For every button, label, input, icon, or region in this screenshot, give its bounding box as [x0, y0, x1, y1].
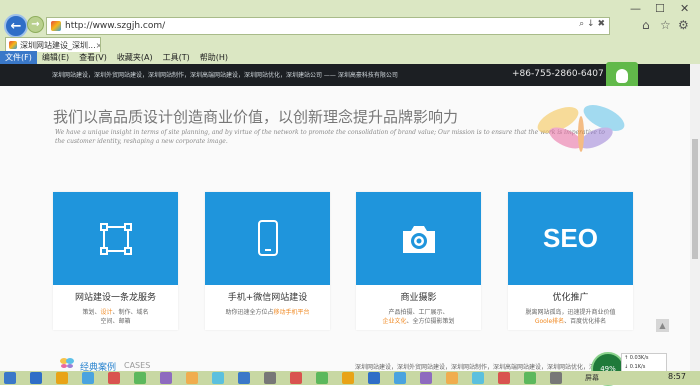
service-card-seo[interactable]: SEO 优化推广 脱离网站孤岛，迅速提升商业价值 Goole排名、百度优化排名 [508, 192, 633, 330]
menu-help[interactable]: 帮助(H) [195, 51, 233, 64]
service-title: 手机+微信网站建设 [227, 293, 308, 303]
service-desc: 产品拍摄、工厂展示、 企业文化、全方位摄影策划 [382, 309, 455, 325]
app-icon[interactable] [316, 372, 328, 384]
card-banner [53, 192, 178, 285]
menu-favorites[interactable]: 收藏夹(A) [112, 51, 158, 64]
service-title: 商业摄影 [400, 293, 437, 303]
folder-icon[interactable] [56, 372, 68, 384]
service-card-photography[interactable]: 商业摄影 产品拍摄、工厂展示、 企业文化、全方位摄影策划 [356, 192, 481, 330]
app-icon[interactable] [290, 372, 302, 384]
maximize-icon[interactable]: ☐ [655, 2, 665, 15]
favorites-star-icon[interactable]: ☆ [660, 18, 671, 32]
page-scrollbar[interactable] [690, 64, 700, 371]
service-desc: 脱离网站孤岛，迅速提升商业价值 Goole排名、百度优化排名 [525, 309, 616, 325]
tab-favicon-icon [9, 41, 17, 49]
mobile-phone-icon [257, 219, 278, 256]
home-icon[interactable]: ⌂ [642, 18, 650, 32]
app-icon[interactable] [82, 372, 94, 384]
app-icon[interactable] [212, 372, 224, 384]
menu-file[interactable]: 文件(F) [0, 51, 37, 64]
seo-text-icon: SEO [543, 223, 598, 253]
site-header: 深圳网站建设，深圳外贸网站建设，深圳网站制作，深圳高端网站建设，深圳网站优化，深… [0, 64, 690, 86]
tab-close-icon[interactable]: × [96, 41, 100, 50]
scrollbar-thumb[interactable] [692, 139, 698, 259]
cases-title-en: CASES [124, 361, 151, 370]
app-icon[interactable] [472, 372, 484, 384]
upload-speed: ↑ 0.03K/s [624, 355, 649, 361]
card-banner [205, 192, 330, 285]
header-nav-text[interactable]: 深圳网站建设，深圳外贸网站建设，深圳网站制作，深圳高端网站建设，深圳网站优化，深… [52, 70, 398, 79]
tab-title: 深圳网站建设_深圳... [20, 40, 96, 50]
address-bar[interactable]: http://www.szgjh.com/ ⌕ ↓ ✖ [46, 17, 610, 35]
app-icon[interactable] [342, 372, 354, 384]
tray-text[interactable]: 屏幕 [585, 373, 599, 383]
close-window-icon[interactable]: ✕ [680, 2, 689, 15]
footer-links[interactable]: 深圳网站建设，深圳外贸网站建设，深圳网站制作，深圳高端网站建设，深圳网站优化，深… [355, 362, 601, 371]
frame-select-icon [99, 222, 132, 255]
app-icon[interactable] [446, 372, 458, 384]
service-desc: 助你迅速全方位占移动手机平台 [225, 309, 310, 316]
card-banner [356, 192, 481, 285]
app-icon[interactable] [394, 372, 406, 384]
butterfly-small-icon [60, 358, 74, 368]
service-title: 网站建设一条龙服务 [74, 293, 156, 303]
menu-tools[interactable]: 工具(T) [158, 51, 195, 64]
minimize-icon[interactable]: — [630, 2, 641, 15]
app-icon[interactable] [498, 372, 510, 384]
service-card-website[interactable]: 网站建设一条龙服务 策划、设计、制作、域名 空间、邮箱 [53, 192, 178, 330]
app-icon[interactable] [160, 372, 172, 384]
app-icon[interactable] [108, 372, 120, 384]
app-icon[interactable] [524, 372, 536, 384]
service-card-mobile[interactable]: 手机+微信网站建设 助你迅速全方位占移动手机平台 [205, 192, 330, 330]
address-controls[interactable]: ⌕ ↓ ✖ [579, 19, 605, 29]
forward-arrow-icon[interactable]: → [27, 16, 44, 33]
slogan-title: 我们以高品质设计创造商业价值，以创新理念提升品牌影响力 [53, 108, 459, 126]
app-icon[interactable] [238, 372, 250, 384]
ie-icon[interactable] [30, 372, 42, 384]
app-icon[interactable] [368, 372, 380, 384]
card-banner: SEO [508, 192, 633, 285]
menu-view[interactable]: 查看(V) [74, 51, 112, 64]
menu-edit[interactable]: 编辑(E) [37, 51, 74, 64]
browser-chrome: ← → http://www.szgjh.com/ ⌕ ↓ ✖ — ☐ ✕ ⌂ … [0, 0, 700, 64]
header-phone: +86-755-2860-6407 [512, 69, 604, 79]
browser-tab[interactable]: 深圳网站建设_深圳... × [5, 37, 101, 52]
back-to-top-button[interactable]: ▲ [656, 319, 669, 332]
taskbar: 屏幕 8:57 [0, 371, 700, 385]
app-icon[interactable] [420, 372, 432, 384]
settings-gear-icon[interactable]: ⚙ [678, 18, 689, 32]
app-icon[interactable] [264, 372, 276, 384]
service-title: 优化推广 [552, 293, 589, 303]
camera-icon [402, 225, 435, 253]
app-icon[interactable] [550, 372, 562, 384]
site-favicon-icon [51, 21, 61, 31]
start-icon[interactable] [4, 372, 16, 384]
app-icon[interactable] [186, 372, 198, 384]
url-text[interactable]: http://www.szgjh.com/ [65, 21, 165, 31]
menu-bar: 文件(F) 编辑(E) 查看(V) 收藏夹(A) 工具(T) 帮助(H) [0, 51, 233, 64]
back-arrow-icon[interactable]: ← [4, 14, 28, 38]
butterfly-logo-icon [537, 105, 625, 152]
clock[interactable]: 8:57 [668, 372, 686, 381]
service-desc: 策划、设计、制作、域名 空间、邮箱 [82, 309, 149, 325]
app-icon[interactable] [134, 372, 146, 384]
